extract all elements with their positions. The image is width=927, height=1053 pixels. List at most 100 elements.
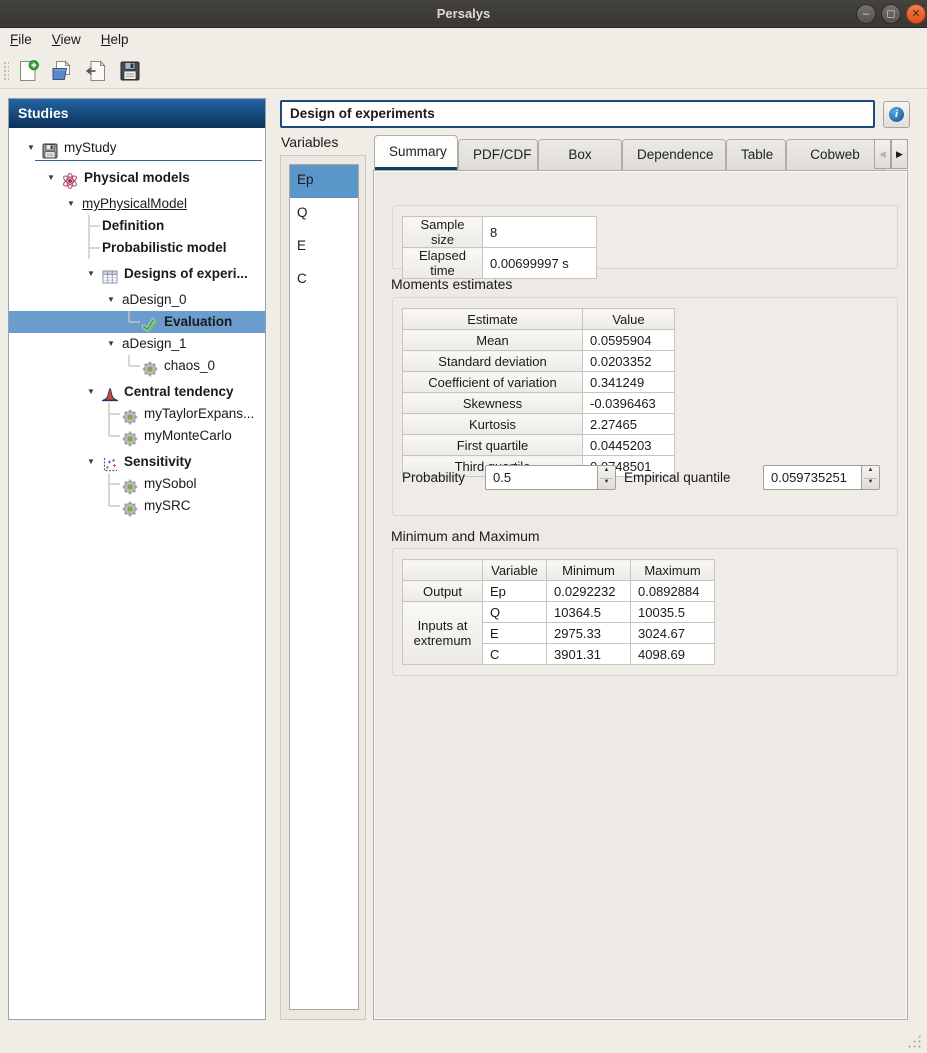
- menu-view[interactable]: View: [42, 28, 91, 50]
- table-value-cell: 0.0595904: [583, 330, 675, 351]
- minmax-table: VariableMinimumMaximumOutputEp0.02922320…: [402, 559, 715, 665]
- table-row: Elapsed time0.00699997 s: [403, 248, 597, 279]
- info-button[interactable]: i: [883, 101, 910, 128]
- empirical-quantile-label: Empirical quantile: [624, 470, 731, 485]
- variable-item-c[interactable]: C: [290, 264, 358, 297]
- tree-item-mysobol[interactable]: mySobol: [9, 473, 265, 495]
- probability-spinbox[interactable]: 0.5: [485, 465, 616, 490]
- variable-item-e[interactable]: E: [290, 231, 358, 264]
- table-value-cell: 0.0203352: [583, 351, 675, 372]
- table-value-cell: 8: [483, 217, 597, 248]
- table-value-cell: Ep: [483, 581, 547, 602]
- table-row: Inputs at extremumQ10364.510035.5: [403, 602, 715, 623]
- tab-scroll-left-button[interactable]: ◀: [874, 139, 891, 169]
- tab-table[interactable]: Table: [726, 139, 786, 170]
- expander-icon[interactable]: ▼: [87, 451, 101, 473]
- table-value-cell: C: [483, 644, 547, 665]
- tree-item-chaos-0[interactable]: chaos_0: [9, 355, 265, 377]
- window-title: Persalys: [0, 0, 927, 28]
- expander-icon[interactable]: ▼: [107, 333, 121, 355]
- tab-scroll-right-button[interactable]: ▶: [891, 139, 908, 169]
- tab-bar: SummaryPDF/CDFBox plotsDependenceTableCo…: [374, 135, 908, 170]
- tree-item-mymontecarlo[interactable]: myMonteCarlo: [9, 425, 265, 447]
- empirical-quantile-spinbox[interactable]: 0.059735251: [763, 465, 880, 490]
- study-tree: ▼myStudy▼Physical models▼myPhysicalModel…: [9, 128, 265, 517]
- studies-panel: Studies ▼myStudy▼Physical models▼myPhysi…: [8, 98, 266, 1020]
- import-script-icon: [84, 71, 108, 86]
- minimize-button[interactable]: –: [856, 4, 876, 24]
- tree-item-adesign-1[interactable]: ▼aDesign_1: [9, 333, 265, 355]
- expander-icon[interactable]: ▼: [67, 193, 81, 215]
- toolbar-drag-handle[interactable]: [3, 61, 9, 81]
- table-header-cell: Estimate: [403, 309, 583, 330]
- expander-icon[interactable]: ▼: [87, 263, 101, 285]
- table-header-cell: Variable: [483, 560, 547, 581]
- tree-item-myphysicalmodel[interactable]: ▼myPhysicalModel: [9, 193, 265, 215]
- expander-icon[interactable]: ▼: [47, 167, 61, 189]
- table-header-cell: Mean: [403, 330, 583, 351]
- expander-icon[interactable]: ▼: [27, 137, 41, 159]
- tree-item-adesign-0[interactable]: ▼aDesign_0: [9, 289, 265, 311]
- table-value-cell: 3024.67: [631, 623, 715, 644]
- tree-item-mystudy[interactable]: ▼ myStudy: [9, 137, 265, 159]
- tree-item-probabilistic-model[interactable]: Probabilistic model: [9, 237, 265, 259]
- maximize-icon: ◻: [886, 5, 895, 23]
- tree-item-definition[interactable]: Definition: [9, 215, 265, 237]
- minmax-groupbox: VariableMinimumMaximumOutputEp0.02922320…: [392, 548, 898, 676]
- open-study-button[interactable]: [48, 57, 76, 85]
- variables-panel: EpQEC: [280, 155, 366, 1020]
- tree-item-central-tendency[interactable]: ▼Central tendency: [9, 381, 265, 403]
- table-value-cell: 2975.33: [547, 623, 631, 644]
- spin-down-icon[interactable]: [862, 479, 879, 491]
- variable-item-ep[interactable]: Ep: [290, 165, 358, 198]
- table-value-cell: 0.0445203: [583, 435, 675, 456]
- table-header-cell: [403, 560, 483, 581]
- tree-item-physical-models[interactable]: ▼ Physical models: [9, 167, 265, 189]
- close-button[interactable]: ✕: [906, 4, 926, 24]
- window-resize-grip[interactable]: [907, 1034, 921, 1048]
- panel-splitter[interactable]: [267, 98, 279, 1020]
- new-document-icon: [16, 71, 40, 86]
- expander-icon[interactable]: ▼: [107, 289, 121, 311]
- analysis-title-field[interactable]: Design of experiments: [280, 100, 875, 128]
- table-row: OutputEp0.02922320.0892884: [403, 581, 715, 602]
- tree-item-label: myTaylorExpans...: [143, 403, 254, 425]
- tree-item-mysrc[interactable]: mySRC: [9, 495, 265, 517]
- menu-file[interactable]: File: [0, 28, 42, 50]
- gear-icon: [121, 405, 143, 423]
- moments-table: EstimateValueMean0.0595904Standard devia…: [402, 308, 675, 477]
- tree-item-evaluation[interactable]: Evaluation: [9, 311, 265, 333]
- tab-dependence[interactable]: Dependence: [622, 139, 726, 170]
- variable-item-q[interactable]: Q: [290, 198, 358, 231]
- tree-branch-line: [127, 355, 141, 377]
- save-icon: [41, 139, 63, 157]
- import-script-button[interactable]: [82, 57, 110, 85]
- tree-item-label: chaos_0: [163, 355, 215, 377]
- menu-help[interactable]: Help: [91, 28, 139, 50]
- tree-item-label: myStudy: [63, 137, 117, 159]
- gear-icon: [121, 475, 143, 493]
- tab-pdf-cdf[interactable]: PDF/CDF: [458, 139, 538, 170]
- tab-summary[interactable]: Summary: [374, 135, 458, 170]
- table-header-cell: First quartile: [403, 435, 583, 456]
- table-header-cell: Maximum: [631, 560, 715, 581]
- table-header-cell: Output: [403, 581, 483, 602]
- tree-item-sensitivity[interactable]: ▼ Sensitivity: [9, 451, 265, 473]
- spin-down-icon[interactable]: [598, 479, 615, 491]
- save-button[interactable]: [116, 57, 144, 85]
- table-header-cell: Sample size: [403, 217, 483, 248]
- new-study-button[interactable]: [14, 57, 42, 85]
- tree-item-label: Sensitivity: [123, 451, 192, 473]
- tree-item-mytaylorexpans[interactable]: myTaylorExpans...: [9, 403, 265, 425]
- tab-cobweb-plot[interactable]: Cobweb plot: [786, 139, 884, 170]
- tree-item-label: mySobol: [143, 473, 197, 495]
- maximize-button[interactable]: ◻: [881, 4, 901, 24]
- table-row: Standard deviation0.0203352: [403, 351, 675, 372]
- tab-box-plots[interactable]: Box plots: [538, 139, 622, 170]
- tree-item-label: Physical models: [83, 167, 190, 189]
- table-value-cell: 4098.69: [631, 644, 715, 665]
- tree-item-designs-of-experi[interactable]: ▼Designs of experi...: [9, 263, 265, 285]
- tree-item-label: myPhysicalModel: [81, 193, 187, 215]
- gear-icon: [141, 357, 163, 375]
- expander-icon[interactable]: ▼: [87, 381, 101, 403]
